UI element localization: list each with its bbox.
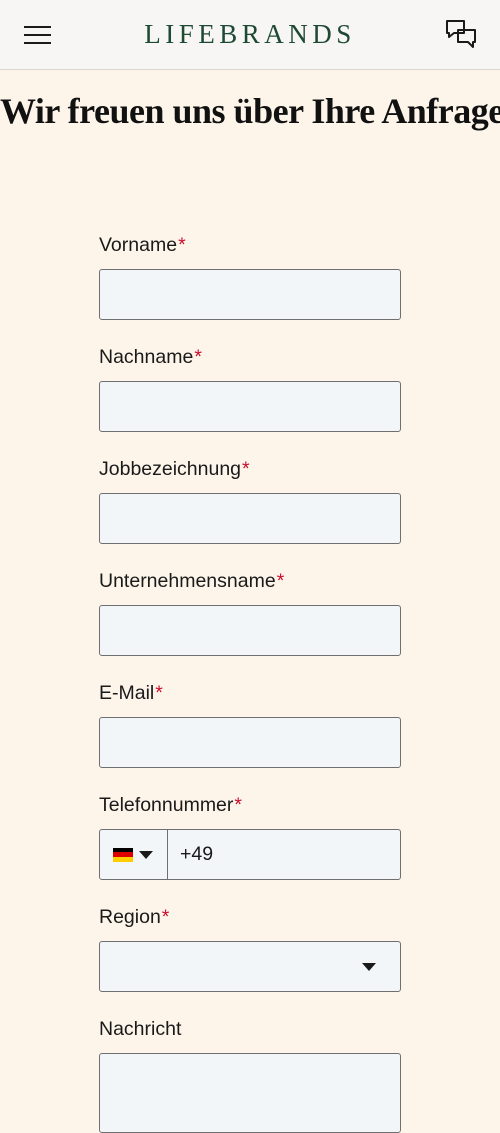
phone-number-input[interactable] (168, 830, 400, 879)
country-code-dropdown[interactable] (100, 830, 168, 879)
phone-field: Telefonnummer* (99, 792, 401, 880)
brand-logo[interactable]: LIFEBRANDS (0, 19, 500, 50)
required-marker: * (276, 570, 285, 592)
company-label: Unternehmensname* (99, 570, 285, 592)
email-input[interactable] (99, 717, 401, 768)
job-title-label: Jobbezeichnung* (99, 458, 250, 480)
first-name-field: Vorname* (99, 232, 401, 320)
email-field: E-Mail* (99, 680, 401, 768)
job-title-field: Jobbezeichnung* (99, 456, 401, 544)
region-label: Region* (99, 906, 170, 928)
required-marker: * (161, 906, 170, 928)
required-marker: * (194, 346, 202, 368)
message-field: Nachricht (99, 1016, 401, 1133)
required-marker: * (242, 458, 250, 480)
company-field: Unternehmensname* (99, 568, 401, 656)
message-label: Nachricht (99, 1018, 182, 1040)
first-name-input[interactable] (99, 269, 401, 320)
chevron-down-icon (362, 963, 376, 971)
germany-flag-icon (113, 847, 133, 862)
phone-input-group (99, 829, 401, 880)
page-title: Wir freuen uns über Ihre Anfrage (0, 91, 500, 131)
region-select[interactable] (99, 941, 401, 992)
top-navigation-bar: LIFEBRANDS (0, 0, 500, 70)
phone-label: Telefonnummer* (99, 794, 242, 816)
last-name-field: Nachname* (99, 344, 401, 432)
company-input[interactable] (99, 605, 401, 656)
contact-form: Vorname* Nachname* Jobbezeichnung* Unter… (99, 232, 401, 1133)
required-marker: * (178, 234, 186, 256)
chevron-down-icon (139, 850, 153, 859)
email-label: E-Mail* (99, 682, 163, 704)
chat-bubbles-icon[interactable] (443, 17, 479, 53)
first-name-label: Vorname* (99, 234, 186, 256)
message-textarea[interactable] (99, 1053, 401, 1133)
job-title-input[interactable] (99, 493, 401, 544)
required-marker: * (155, 682, 163, 704)
last-name-label: Nachname* (99, 346, 202, 368)
region-field: Region* (99, 904, 401, 992)
last-name-input[interactable] (99, 381, 401, 432)
required-marker: * (234, 794, 242, 816)
